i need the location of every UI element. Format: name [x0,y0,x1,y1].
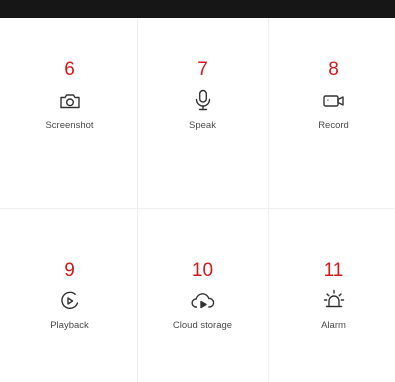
cloud-storage-label: Cloud storage [172,320,233,331]
playback-label: Playback [50,320,89,331]
screenshot-label: Screenshot [45,120,94,131]
alarm-button[interactable]: 11 Alarm [268,209,395,382]
alarm-siren-icon [321,287,347,313]
alarm-label: Alarm [321,320,346,331]
status-bar [0,0,395,18]
speak-label: Speak [189,120,216,131]
item-number: 11 [323,260,344,281]
playback-button[interactable]: 9 Playback [4,209,135,382]
item-number: 8 [328,59,339,80]
action-grid: 6 Screenshot 7 Speak 8 Record 9 Playback… [0,18,395,382]
record-button[interactable]: 8 Record [268,18,395,208]
speak-button[interactable]: 7 Speak [137,18,268,208]
screenshot-button[interactable]: 6 Screenshot [4,18,135,208]
cloud-play-icon [190,288,216,314]
item-number: 6 [64,59,75,80]
item-number: 7 [197,59,208,80]
record-label: Record [318,120,349,131]
playback-icon [57,288,83,314]
camera-icon [57,88,83,114]
cloud-storage-button[interactable]: 10 Cloud storage [137,209,268,382]
item-number: 10 [191,260,214,281]
video-camera-icon [321,88,347,114]
item-number: 9 [64,260,75,281]
microphone-icon [190,87,216,113]
